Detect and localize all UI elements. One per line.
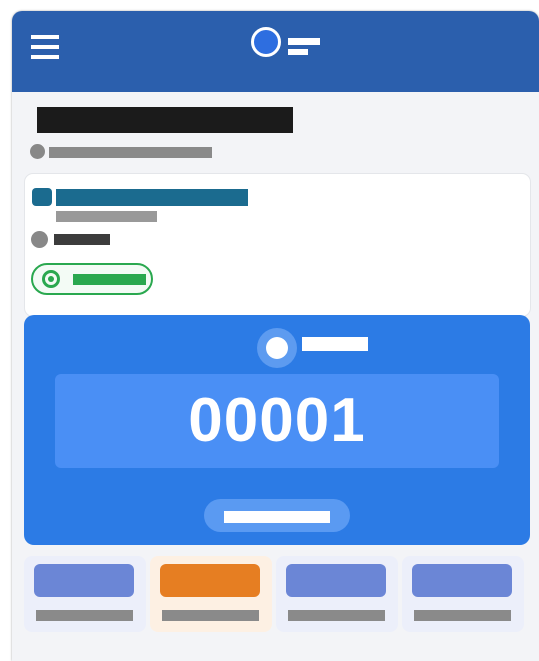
ticket-number-box: 00001: [55, 374, 499, 468]
page-subtitle: [49, 147, 212, 158]
nav-tab-4[interactable]: [402, 556, 524, 632]
nav-tab-3-icon: [286, 564, 386, 597]
queue-info-card: [24, 173, 531, 317]
nav-tab-4-icon: [412, 564, 512, 597]
nav-tab-3-label: [288, 610, 385, 621]
status-badge-label: [73, 274, 146, 285]
ticket-label: [302, 337, 368, 351]
nav-tab-3[interactable]: [276, 556, 398, 632]
user-name: [54, 234, 110, 245]
bottom-nav: [24, 556, 532, 632]
location-icon: [32, 188, 52, 206]
ticket-icon: [257, 328, 297, 368]
location-address: [56, 211, 157, 222]
nav-tab-1[interactable]: [24, 556, 146, 632]
nav-tab-2-icon: [160, 564, 260, 597]
app-logo-icon: [251, 25, 323, 61]
ticket-action-button[interactable]: [204, 499, 350, 532]
user-icon: [31, 231, 48, 248]
nav-tab-1-label: [36, 610, 133, 621]
app-screen: 00001: [12, 11, 539, 661]
ticket-number: 00001: [188, 386, 366, 455]
nav-tab-2-label: [162, 610, 259, 621]
status-badge: [31, 263, 153, 295]
nav-tab-1-icon: [34, 564, 134, 597]
ticket-card: 00001: [24, 315, 530, 545]
status-dot-icon: [42, 270, 60, 288]
ticket-action-label: [224, 511, 330, 523]
app-header: [12, 11, 539, 92]
hamburger-menu-icon[interactable]: [31, 35, 59, 63]
nav-tab-4-label: [414, 610, 511, 621]
info-icon: [30, 144, 45, 159]
location-name: [56, 189, 248, 206]
page-title: [37, 107, 293, 133]
nav-tab-2[interactable]: [150, 556, 272, 632]
